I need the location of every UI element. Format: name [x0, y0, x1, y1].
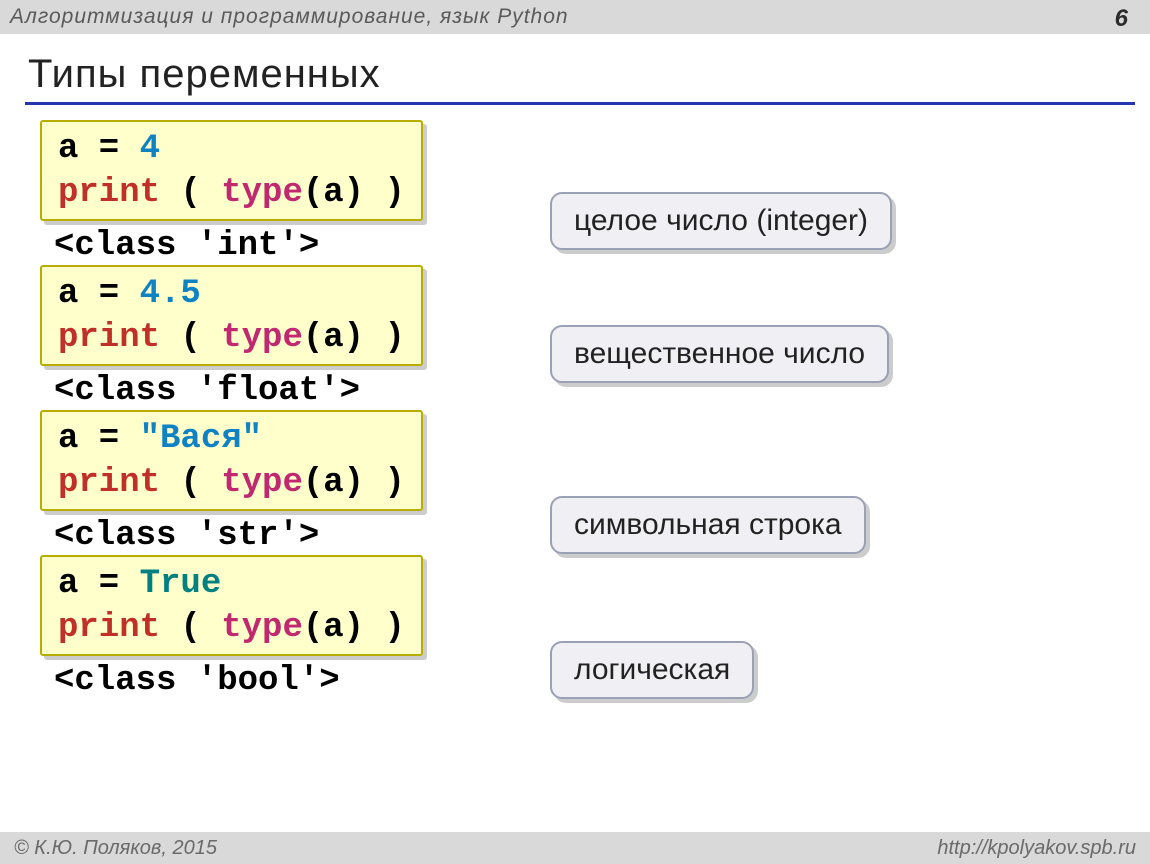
code-box-1: a = 4 print ( type(a) ) [40, 120, 423, 221]
code-eq: = [78, 420, 139, 458]
code-open: ( [160, 174, 221, 212]
slide-title: Типы переменных [28, 52, 381, 97]
example-block-4: a = True print ( type(a) ) <class 'bool'… [40, 555, 1110, 700]
code-type: type [221, 464, 303, 502]
code-var: a [58, 130, 78, 168]
code-arg: (a) [303, 464, 364, 502]
code-close: ) [364, 464, 405, 502]
code-type: type [221, 609, 303, 647]
code-print: print [58, 609, 160, 647]
code-print: print [58, 319, 160, 357]
code-close: ) [364, 174, 405, 212]
code-var: a [58, 275, 78, 313]
footer-bar: © К.Ю. Поляков, 2015 http://kpolyakov.sp… [0, 832, 1150, 864]
example-block-3: a = "Вася" print ( type(a) ) <class 'str… [40, 410, 1110, 555]
code-type: type [221, 174, 303, 212]
code-val: 4.5 [140, 275, 201, 313]
callout-2: вещественное число [550, 325, 889, 383]
page-number: 6 [1115, 5, 1128, 33]
footer-left: © К.Ю. Поляков, 2015 [14, 837, 217, 860]
code-type: type [221, 319, 303, 357]
top-bar: Алгоритмизация и программирование, язык … [0, 0, 1150, 34]
top-subject: Алгоритмизация и программирование, язык … [10, 5, 569, 29]
code-close: ) [364, 319, 405, 357]
code-print: print [58, 174, 160, 212]
example-block-2: a = 4.5 print ( type(a) ) <class 'float'… [40, 265, 1110, 410]
callout-3: символьная строка [550, 496, 866, 554]
code-eq: = [78, 130, 139, 168]
code-open: ( [160, 609, 221, 647]
code-arg: (a) [303, 609, 364, 647]
code-val: True [140, 565, 222, 603]
code-open: ( [160, 464, 221, 502]
code-box-4: a = True print ( type(a) ) [40, 555, 423, 656]
code-box-3: a = "Вася" print ( type(a) ) [40, 410, 423, 511]
code-val: "Вася" [140, 420, 262, 458]
code-eq: = [78, 565, 139, 603]
code-open: ( [160, 319, 221, 357]
content: a = 4 print ( type(a) ) <class 'int'> це… [40, 120, 1110, 700]
callout-4: логическая [550, 641, 754, 699]
code-close: ) [364, 609, 405, 647]
code-box-2: a = 4.5 print ( type(a) ) [40, 265, 423, 366]
title-rule [25, 102, 1135, 105]
footer-right: http://kpolyakov.spb.ru [937, 837, 1136, 860]
code-eq: = [78, 275, 139, 313]
code-var: a [58, 565, 78, 603]
callout-1: целое число (integer) [550, 192, 892, 250]
code-print: print [58, 464, 160, 502]
code-val: 4 [140, 130, 160, 168]
code-arg: (a) [303, 319, 364, 357]
example-block-1: a = 4 print ( type(a) ) <class 'int'> це… [40, 120, 1110, 265]
code-arg: (a) [303, 174, 364, 212]
code-var: a [58, 420, 78, 458]
